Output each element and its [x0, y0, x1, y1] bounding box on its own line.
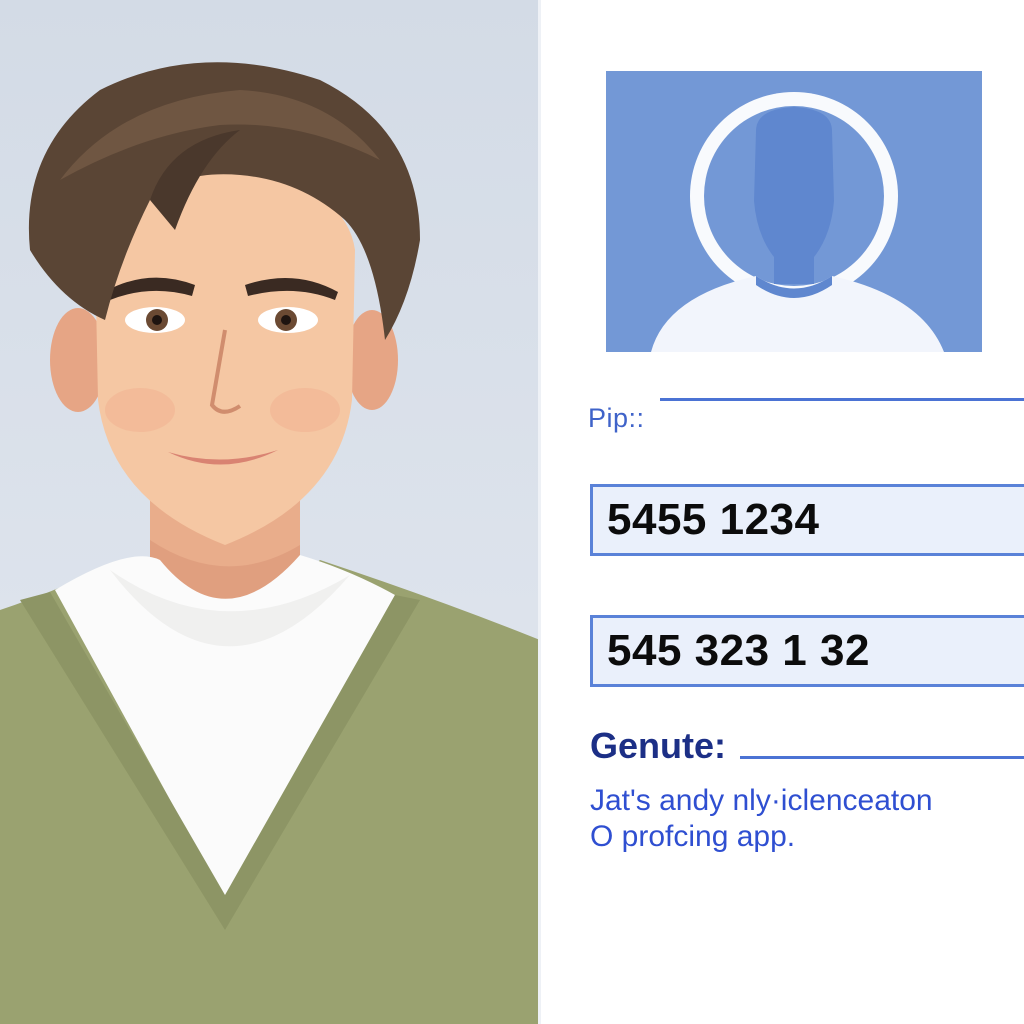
number-field-1[interactable]: 5455 1234 [590, 484, 1024, 556]
description-line-1: Jat's andy nly·iclenceaton [590, 784, 933, 817]
genute-divider [740, 756, 1024, 759]
genute-label: Genute: [590, 725, 727, 766]
panel-divider [538, 0, 541, 1024]
description-line-2: O profcing app. [590, 820, 796, 853]
avatar-placeholder[interactable] [606, 71, 982, 352]
number-field-2-value: 545 323 1 32 [607, 626, 870, 675]
number-field-2[interactable]: 545 323 1 32 [590, 615, 1024, 687]
user-silhouette-icon [651, 92, 944, 352]
portrait-panel [0, 0, 540, 1024]
pip-divider [660, 398, 1024, 401]
pip-label: Pip:: [588, 403, 645, 433]
number-field-1-value: 5455 1234 [607, 495, 820, 544]
person-portrait [0, 62, 540, 1024]
